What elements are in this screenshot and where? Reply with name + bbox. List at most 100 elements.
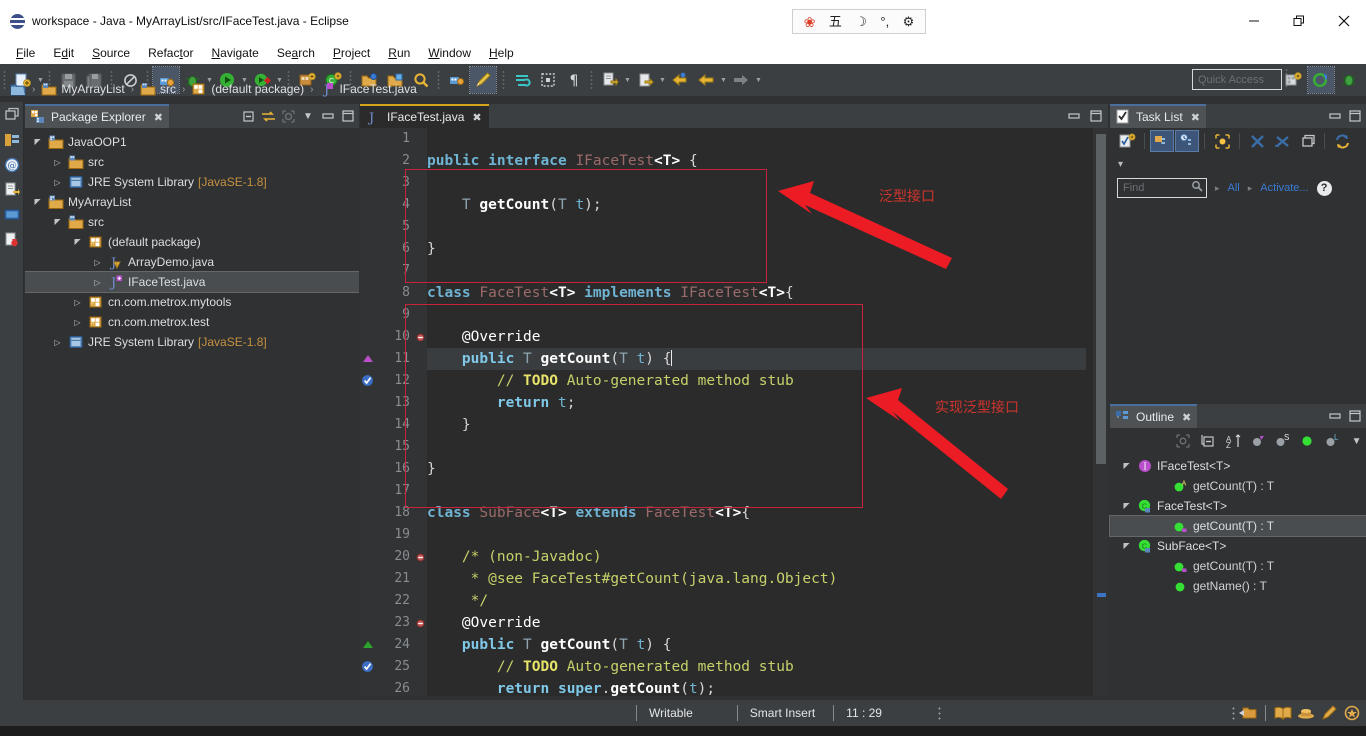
package-explorer-tree[interactable]: ◢ JavaOOP1 ▷ src ▷ JRE System Library [JavaSE… bbox=[25, 128, 359, 696]
tab-task-list[interactable]: Task List ✖ bbox=[1110, 104, 1206, 128]
expand-arrow-closed-icon[interactable]: ▷ bbox=[51, 178, 64, 187]
ime-punctuation-icon[interactable]: °, bbox=[880, 15, 889, 28]
outline-tree[interactable]: ◢ I IFaceTest<T> AgetCount(T) : T ◢ C FaceTest… bbox=[1109, 454, 1366, 596]
fold-toggle-20[interactable] bbox=[415, 546, 427, 568]
package-explorer-fastview-icon[interactable] bbox=[3, 131, 21, 149]
tree-item-5[interactable]: ◢! (default package) bbox=[25, 232, 359, 252]
outline-item-1[interactable]: AgetCount(T) : T bbox=[1110, 476, 1366, 496]
status-right-grip[interactable] bbox=[1232, 705, 1235, 721]
ime-moon-icon[interactable]: ☽ bbox=[855, 15, 867, 28]
tree-item-2[interactable]: ▷ JRE System Library [JavaSE-1.8] bbox=[25, 172, 359, 192]
outline-item-3[interactable]: getCount(T) : T bbox=[1109, 515, 1366, 537]
outline-view-menu-icon[interactable]: ▼ bbox=[1347, 431, 1366, 451]
outline-item-2[interactable]: ◢ C FaceTest<T> bbox=[1110, 496, 1366, 516]
restore-tasks-icon[interactable] bbox=[1296, 131, 1318, 151]
tree-item-1[interactable]: ▷ src bbox=[25, 152, 359, 172]
package-icon-breadcrumb[interactable] bbox=[191, 81, 207, 97]
scheduled-presentation-icon[interactable] bbox=[1175, 130, 1199, 152]
hide-static-icon[interactable]: S bbox=[1273, 431, 1292, 451]
outline-maximize-icon[interactable] bbox=[1346, 407, 1364, 425]
collapse-all-icon[interactable] bbox=[1246, 131, 1268, 151]
ime-mode-wubi-icon[interactable]: 五 bbox=[829, 15, 842, 28]
new-task-icon[interactable] bbox=[1116, 131, 1138, 151]
task-filter-all-link[interactable]: All bbox=[1228, 182, 1240, 194]
tree-item-7[interactable]: ▷ J IFaceTest.java bbox=[25, 271, 359, 293]
editor-tab-close-icon[interactable]: ✖ bbox=[472, 111, 481, 124]
expand-arrow-open-icon[interactable]: ◢ bbox=[1120, 542, 1133, 551]
expand-arrow-open-icon[interactable]: ◢ bbox=[31, 198, 44, 207]
menu-search[interactable]: Search bbox=[268, 44, 324, 62]
minimize-icon[interactable] bbox=[319, 107, 337, 125]
focus-on-active-task-icon[interactable] bbox=[279, 107, 297, 125]
tab-ifacetest-java[interactable]: J IFaceTest.java ✖ bbox=[360, 104, 489, 128]
status-overflow-dots[interactable] bbox=[937, 705, 941, 721]
editor-minimize-icon[interactable] bbox=[1065, 107, 1083, 125]
restore-button[interactable] bbox=[1276, 0, 1321, 42]
collapse-all-icon[interactable] bbox=[239, 107, 257, 125]
task-list-close-icon[interactable]: ✖ bbox=[1191, 111, 1200, 124]
task-list-maximize-icon[interactable] bbox=[1346, 107, 1364, 125]
outline-minimize-icon[interactable] bbox=[1326, 407, 1344, 425]
focus-on-active-task-icon[interactable] bbox=[1174, 431, 1193, 451]
link-with-editor-icon[interactable] bbox=[259, 107, 277, 125]
outline-close-icon[interactable]: ✖ bbox=[1182, 411, 1191, 424]
fold-toggle-10[interactable] bbox=[415, 326, 427, 348]
expand-all-icon[interactable] bbox=[1271, 131, 1293, 151]
menu-project[interactable]: Project bbox=[324, 44, 379, 62]
menu-window[interactable]: Window bbox=[419, 44, 480, 62]
tree-item-4[interactable]: ◢ src bbox=[25, 212, 359, 232]
menu-navigate[interactable]: Navigate bbox=[202, 44, 267, 62]
tab-outline[interactable]: Outline ✖ bbox=[1110, 404, 1198, 428]
hide-local-types-icon[interactable]: L bbox=[1323, 431, 1342, 451]
breadcrumb-root-icon[interactable] bbox=[10, 81, 26, 97]
tab-package-explorer[interactable]: Package Explorer ✖ bbox=[25, 104, 169, 128]
menu-file[interactable]: FFileile bbox=[7, 44, 44, 62]
editor-scroll-thumb[interactable] bbox=[1096, 134, 1106, 464]
hide-non-public-icon[interactable] bbox=[1298, 431, 1317, 451]
task-list-expand-row[interactable]: ▾ bbox=[1110, 154, 1366, 174]
close-icon[interactable]: ✖ bbox=[154, 111, 163, 124]
expand-arrow-closed-icon[interactable]: ▷ bbox=[91, 258, 104, 267]
expand-arrow-closed-icon[interactable]: ▷ bbox=[71, 298, 84, 307]
breadcrumb-item-3[interactable]: IFaceTest.java bbox=[339, 82, 416, 96]
menu-edit[interactable]: Edit bbox=[44, 44, 83, 62]
declaration-fastview-icon[interactable] bbox=[3, 181, 21, 199]
breadcrumb-item-0[interactable]: MyArrayList bbox=[61, 82, 124, 96]
focus-on-workweek-icon[interactable] bbox=[1211, 131, 1233, 151]
help-icon[interactable]: ? bbox=[1316, 180, 1332, 196]
tree-item-3[interactable]: ◢ MyArrayList bbox=[25, 192, 359, 212]
book-icon[interactable] bbox=[1273, 703, 1293, 723]
close-button[interactable] bbox=[1321, 0, 1366, 42]
expand-arrow-open-icon[interactable]: ◢ bbox=[31, 138, 44, 147]
restore-view-icon[interactable] bbox=[3, 106, 21, 124]
view-menu-icon[interactable]: ▼ bbox=[299, 107, 317, 125]
expand-arrow-closed-icon[interactable]: ▷ bbox=[51, 158, 64, 167]
editor-vertical-scrollbar[interactable] bbox=[1093, 128, 1108, 696]
shield-icon[interactable] bbox=[1342, 703, 1362, 723]
hide-fields-icon[interactable] bbox=[1248, 431, 1267, 451]
breadcrumb-item-1[interactable]: src bbox=[160, 82, 176, 96]
expand-arrow-open-icon[interactable]: ◢ bbox=[51, 218, 64, 227]
overview-mark-2[interactable] bbox=[1097, 593, 1106, 597]
fold-toggle-23[interactable] bbox=[415, 612, 427, 634]
expand-arrow-closed-icon[interactable]: ▷ bbox=[51, 338, 64, 347]
expand-arrow-open-icon[interactable]: ◢ bbox=[1120, 462, 1133, 471]
javadoc-fastview-icon[interactable]: @ bbox=[3, 156, 21, 174]
editor-folding-column[interactable] bbox=[415, 128, 427, 696]
outline-item-4[interactable]: ◢ C SubFace<T> bbox=[1110, 536, 1366, 556]
expand-arrow-open-icon[interactable]: ◢ bbox=[71, 238, 84, 247]
problems-fastview-icon[interactable] bbox=[3, 231, 21, 249]
source-folder-icon-breadcrumb[interactable] bbox=[140, 81, 156, 97]
menu-run[interactable]: Run bbox=[379, 44, 419, 62]
tree-item-9[interactable]: ▷! cn.com.metrox.test bbox=[25, 312, 359, 332]
categorized-presentation-icon[interactable] bbox=[1150, 130, 1174, 152]
tree-item-6[interactable]: ▷ J! ArrayDemo.java bbox=[25, 252, 359, 272]
hat-icon[interactable] bbox=[1296, 703, 1316, 723]
menu-refactor[interactable]: Refactor bbox=[139, 44, 202, 62]
menu-source[interactable]: Source bbox=[83, 44, 139, 62]
breadcrumb-item-2[interactable]: (default package) bbox=[211, 82, 304, 96]
open-perspective-icon[interactable] bbox=[1238, 703, 1258, 723]
outline-item-0[interactable]: ◢ I IFaceTest<T> bbox=[1110, 456, 1366, 476]
console-fastview-icon[interactable] bbox=[3, 206, 21, 224]
editor-marker-column[interactable] bbox=[360, 128, 377, 696]
